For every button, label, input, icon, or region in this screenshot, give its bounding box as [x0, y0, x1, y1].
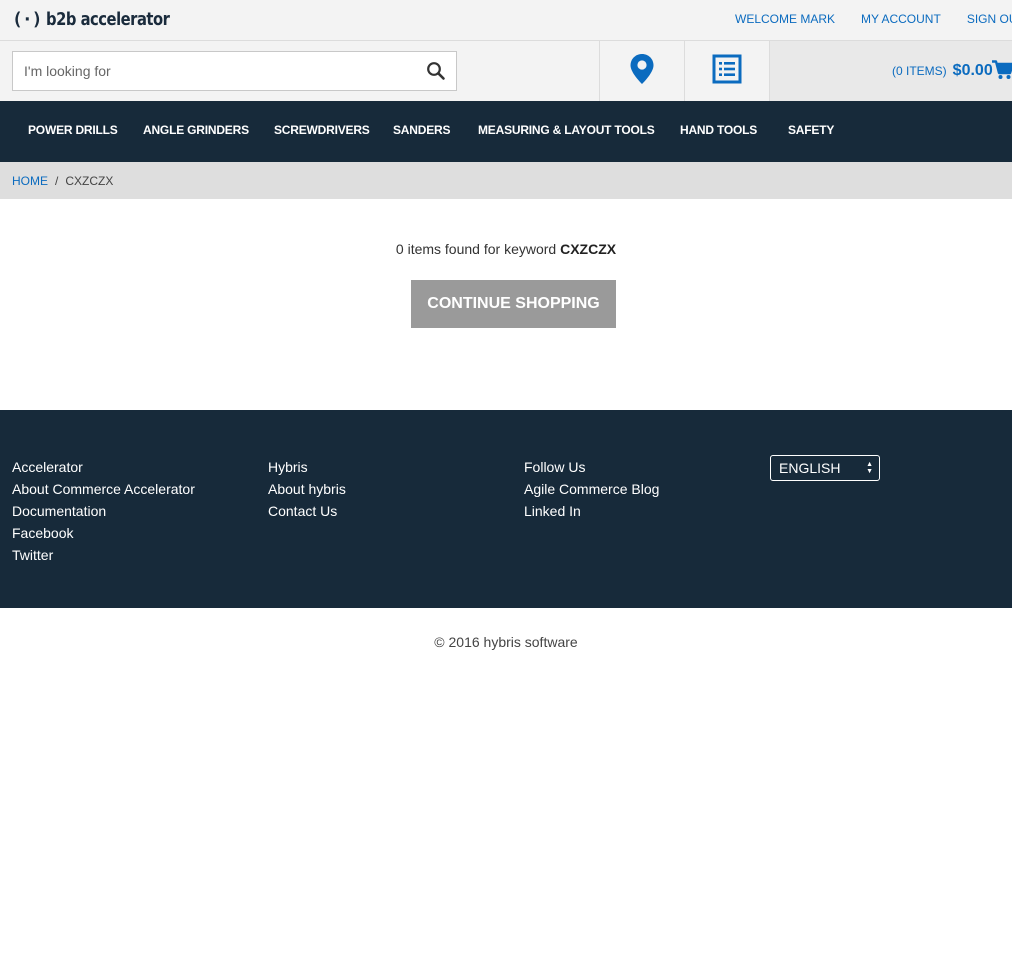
footer: Accelerator About Commerce Accelerator D…: [0, 410, 1012, 608]
search-icon[interactable]: [426, 61, 446, 81]
footer-link[interactable]: Twitter: [12, 544, 195, 566]
footer-link[interactable]: Agile Commerce Blog: [524, 478, 659, 500]
nav-item-power-drills[interactable]: POWER DRILLS: [28, 123, 118, 137]
search-input[interactable]: [13, 52, 403, 90]
cart-icon: [992, 60, 1012, 85]
footer-link[interactable]: Contact Us: [268, 500, 346, 522]
language-select[interactable]: ENGLISH ▲ ▼: [770, 455, 880, 481]
footer-column-hybris: Hybris About hybris Contact Us: [268, 456, 346, 522]
language-selected: ENGLISH: [779, 460, 841, 476]
cart-item-count: (0 ITEMS): [892, 64, 947, 78]
footer-column-follow-us: Follow Us Agile Commerce Blog Linked In: [524, 456, 659, 522]
continue-shopping-button[interactable]: CONTINUE SHOPPING: [411, 280, 616, 328]
welcome-link[interactable]: WELCOME MARK: [735, 12, 835, 26]
breadcrumb-bar: HOME / CXZCZX: [0, 162, 1012, 199]
logo-text: b2b accelerator: [45, 9, 170, 30]
map-pin-icon: [629, 53, 655, 90]
nav-item-sanders[interactable]: SANDERS: [393, 123, 450, 137]
cart-total: $0.00: [952, 62, 993, 79]
nav-item-angle-grinders[interactable]: ANGLE GRINDERS: [143, 123, 249, 137]
footer-link[interactable]: About hybris: [268, 478, 346, 500]
result-keyword: CXZCZX: [560, 241, 617, 257]
footer-link[interactable]: Documentation: [12, 500, 195, 522]
top-bar: (·) b2b accelerator WELCOME MARK MY ACCO…: [0, 0, 1012, 41]
nav-item-hand-tools[interactable]: HAND TOOLS: [680, 123, 757, 137]
sign-out-link[interactable]: SIGN OUT: [967, 12, 1012, 26]
nav-item-screwdrivers[interactable]: SCREWDRIVERS: [274, 123, 370, 137]
footer-link[interactable]: Facebook: [12, 522, 195, 544]
breadcrumb: HOME / CXZCZX: [12, 174, 113, 188]
nav-item-measuring-layout-tools[interactable]: MEASURING & LAYOUT TOOLS: [478, 123, 655, 137]
search-row: (0 ITEMS) $0.00: [0, 41, 1012, 101]
quick-order-button[interactable]: [684, 41, 769, 101]
footer-link[interactable]: About Commerce Accelerator: [12, 478, 195, 500]
mini-cart[interactable]: (0 ITEMS) $0.00: [769, 41, 1012, 101]
select-arrows-icon: ▲ ▼: [866, 461, 873, 475]
my-account-link[interactable]: MY ACCOUNT: [861, 12, 941, 26]
breadcrumb-home[interactable]: HOME: [12, 174, 48, 188]
search-result-message: 0 items found for keyword CXZCZX: [0, 241, 1012, 257]
logo-mark: (·): [12, 9, 42, 30]
account-links: WELCOME MARK MY ACCOUNT SIGN OUT: [735, 12, 1012, 26]
breadcrumb-current: CXZCZX: [65, 174, 114, 188]
footer-link[interactable]: Follow Us: [524, 456, 659, 478]
footer-link[interactable]: Hybris: [268, 456, 346, 478]
list-icon: [712, 54, 742, 89]
copyright: © 2016 hybris software: [434, 634, 578, 650]
footer-column-accelerator: Accelerator About Commerce Accelerator D…: [12, 456, 195, 566]
category-nav: POWER DRILLS ANGLE GRINDERS SCREWDRIVERS…: [0, 101, 1012, 162]
search-box: [12, 51, 457, 91]
cart-summary: (0 ITEMS) $0.00: [892, 62, 993, 80]
result-prefix: 0 items found for keyword: [395, 241, 557, 257]
store-finder-button[interactable]: [599, 41, 684, 101]
site-logo[interactable]: (·) b2b accelerator: [12, 9, 196, 30]
footer-link[interactable]: Accelerator: [12, 456, 195, 478]
footer-link[interactable]: Linked In: [524, 500, 659, 522]
breadcrumb-separator: /: [55, 174, 59, 188]
nav-item-safety[interactable]: SAFETY: [788, 123, 834, 137]
